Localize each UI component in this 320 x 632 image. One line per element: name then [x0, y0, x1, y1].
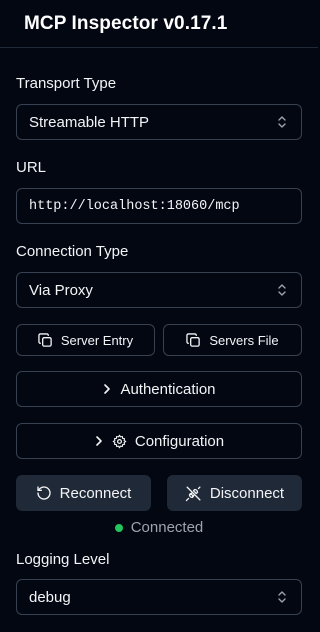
- authentication-label: Authentication: [120, 380, 216, 398]
- url-input[interactable]: http://localhost:18060/mcp: [16, 188, 302, 224]
- connection-type-label: Connection Type: [16, 243, 129, 260]
- chevron-right-icon: [96, 436, 102, 446]
- transport-type-value: Streamable HTTP: [29, 113, 150, 131]
- unplug-icon: [185, 485, 201, 501]
- logging-level-label: Logging Level: [16, 551, 110, 568]
- reconnect-button[interactable]: Reconnect: [16, 475, 151, 511]
- chevron-up-down-icon: [278, 116, 286, 128]
- servers-file-label: Servers File: [209, 332, 279, 348]
- disconnect-button[interactable]: Disconnect: [167, 475, 302, 511]
- disconnect-label: Disconnect: [209, 484, 285, 502]
- authentication-toggle-button[interactable]: Authentication: [16, 371, 302, 407]
- app-title: MCP Inspector v0.17.1: [24, 12, 228, 34]
- sidebar-panel: MCP Inspector v0.17.1 Transport Type Str…: [0, 0, 318, 632]
- gear-icon: [112, 434, 127, 448]
- transport-type-label: Transport Type: [16, 75, 117, 92]
- server-entry-button[interactable]: Server Entry: [16, 324, 155, 356]
- configuration-toggle-button[interactable]: Configuration: [16, 423, 302, 459]
- copy-icon: [38, 332, 52, 347]
- connection-type-select[interactable]: Via Proxy: [16, 272, 302, 308]
- status-dot-icon: [114, 523, 123, 532]
- reconnect-label: Reconnect: [59, 484, 132, 502]
- configuration-label: Configuration: [134, 432, 225, 450]
- chevron-up-down-icon: [278, 284, 286, 296]
- servers-file-button[interactable]: Servers File: [163, 324, 302, 356]
- chevron-up-down-icon: [278, 591, 286, 603]
- logging-level-select[interactable]: debug: [16, 579, 302, 615]
- sidebar-header: MCP Inspector v0.17.1: [0, 0, 318, 48]
- transport-type-select[interactable]: Streamable HTTP: [16, 104, 302, 140]
- connection-status: Connected: [0, 519, 318, 536]
- chevron-right-icon: [104, 384, 111, 394]
- connection-status-text: Connected: [130, 519, 204, 536]
- url-label: URL: [16, 159, 47, 176]
- copy-icon: [186, 332, 201, 347]
- rotate-ccw-icon: [36, 486, 51, 500]
- connection-type-value: Via Proxy: [29, 281, 93, 299]
- url-value: http://localhost:18060/mcp: [29, 198, 240, 214]
- logging-level-value: debug: [29, 588, 71, 606]
- server-entry-label: Server Entry: [60, 332, 134, 348]
